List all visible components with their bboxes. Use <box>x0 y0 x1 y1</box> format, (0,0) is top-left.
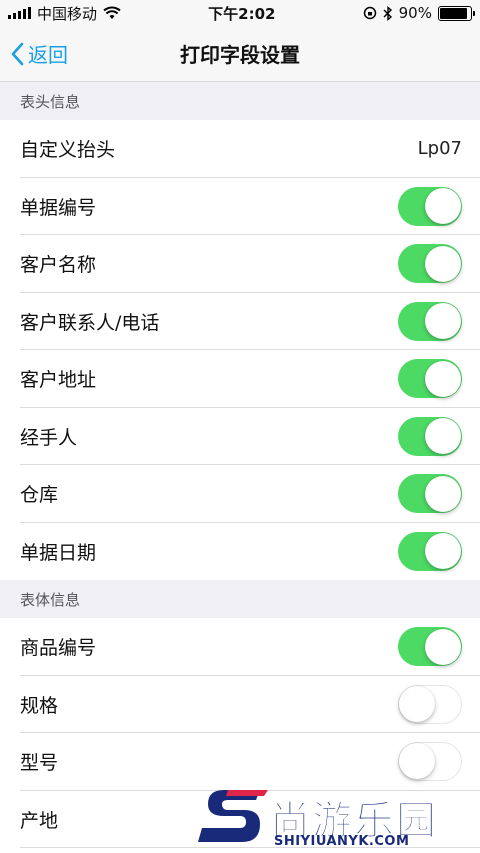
toggle-knob <box>424 475 461 512</box>
toggle-knob <box>424 188 461 225</box>
product-number-toggle[interactable] <box>398 627 462 667</box>
row-model: 型号 <box>0 733 480 791</box>
status-right: 90% <box>363 4 475 22</box>
row-label: 客户名称 <box>20 254 97 277</box>
row-label: 经手人 <box>20 426 78 449</box>
toggle-knob <box>399 743 435 780</box>
status-bar: 中国移动 下午2:02 90% <box>0 0 480 26</box>
customer-contact-toggle[interactable] <box>398 301 462 341</box>
signal-icon <box>8 7 31 19</box>
carrier-label: 中国移动 <box>37 4 98 23</box>
row-customer-name: 客户名称 <box>0 235 480 293</box>
orientation-lock-icon <box>363 6 376 20</box>
row-customer-contact: 客户联系人/电话 <box>0 292 480 350</box>
watermark: 尚游乐园 SHIYIUANYK.COM <box>198 786 480 853</box>
document-number-toggle[interactable] <box>398 186 462 226</box>
section-header-table-head: 表头信息 <box>0 82 480 120</box>
row-handler: 经手人 <box>0 407 480 465</box>
handler-toggle[interactable] <box>398 416 462 456</box>
row-label: 规格 <box>20 694 59 717</box>
nav-bar: 返回 打印字段设置 <box>0 26 480 82</box>
row-customer-address: 客户地址 <box>0 350 480 408</box>
battery-percent: 90% <box>398 4 432 22</box>
row-label: 型号 <box>20 752 59 775</box>
row-label: 客户联系人/电话 <box>20 311 160 334</box>
row-label: 自定义抬头 <box>20 139 116 162</box>
row-document-date: 单据日期 <box>0 522 480 580</box>
row-label: 单据编号 <box>20 196 97 219</box>
watermark-subtext: SHIYIUANYK.COM <box>274 834 410 849</box>
row-label: 商品编号 <box>20 637 97 660</box>
toggle-knob <box>424 533 461 570</box>
row-label: 产地 <box>20 809 59 832</box>
row-product-number: 商品编号 <box>0 618 480 676</box>
toggle-knob <box>424 360 461 397</box>
specification-toggle[interactable] <box>398 684 462 724</box>
watermark-logo-icon <box>198 790 268 842</box>
row-specification: 规格 <box>0 675 480 733</box>
row-label: 单据日期 <box>20 541 97 564</box>
chevron-left-icon <box>11 42 24 65</box>
model-toggle[interactable] <box>398 742 462 782</box>
toggle-knob <box>399 685 435 722</box>
warehouse-toggle[interactable] <box>398 474 462 514</box>
toggle-knob <box>424 628 461 665</box>
row-warehouse: 仓库 <box>0 465 480 523</box>
custom-header-value: Lp07 <box>417 138 462 160</box>
section-header-table-body: 表体信息 <box>0 580 480 618</box>
toggle-knob <box>424 245 461 282</box>
row-label: 客户地址 <box>20 369 97 392</box>
battery-fill <box>439 7 467 19</box>
toggle-knob <box>424 418 461 455</box>
row-label: 仓库 <box>20 484 59 507</box>
document-date-toggle[interactable] <box>398 531 462 571</box>
back-label: 返回 <box>28 43 68 67</box>
customer-name-toggle[interactable] <box>398 244 462 284</box>
bluetooth-icon <box>383 5 392 21</box>
back-button[interactable]: 返回 <box>10 39 68 68</box>
wifi-icon <box>103 6 121 19</box>
toggle-knob <box>424 303 461 340</box>
battery-icon <box>437 5 475 21</box>
status-time: 下午2:02 <box>208 4 276 23</box>
status-left: 中国移动 <box>8 3 121 24</box>
row-document-number: 单据编号 <box>0 177 480 235</box>
customer-address-toggle[interactable] <box>398 359 462 399</box>
row-custom-header[interactable]: 自定义抬头 Lp07 <box>0 120 480 178</box>
page-title: 打印字段设置 <box>180 43 300 67</box>
